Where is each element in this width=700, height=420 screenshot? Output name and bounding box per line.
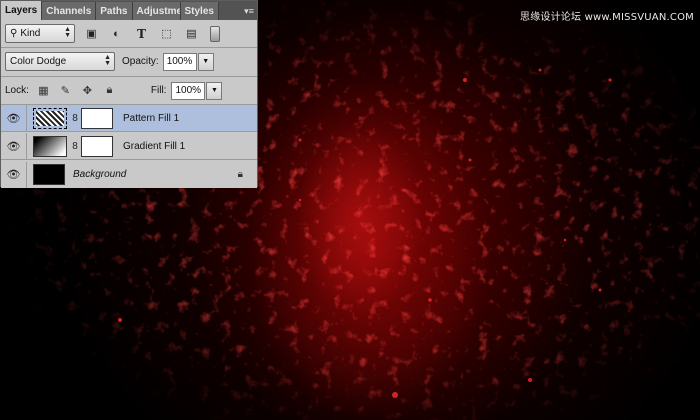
layer-name[interactable]: Gradient Fill 1	[123, 141, 185, 152]
layer-row-gradient-fill[interactable]: 👁︎ 8 Gradient Fill 1	[1, 133, 257, 160]
lock-transparent-icon[interactable]: ▦	[36, 83, 51, 98]
watermark: 思缘设计论坛 www.MISSVUAN.COM	[520, 12, 694, 23]
fill-dropdown-button[interactable]: ▼	[206, 81, 223, 100]
tab-adjustments[interactable]: Adjustme	[132, 2, 181, 20]
eye-icon[interactable]: 👁︎	[1, 133, 27, 159]
link-chain-icon[interactable]: 8	[70, 113, 80, 124]
background-thumbnail[interactable]	[33, 164, 65, 185]
select-arrows-icon: ▲ ▼	[104, 54, 111, 67]
shape-filter-icon[interactable]: ⬚	[158, 25, 175, 42]
brush-icon[interactable]: ✎	[58, 83, 73, 98]
padlock-icon[interactable]: 🔒︎	[102, 83, 117, 98]
tab-paths[interactable]: Paths	[96, 2, 133, 20]
layer-row-pattern-fill[interactable]: 👁︎ 8 Pattern Fill 1	[1, 105, 257, 132]
gradient-thumbnail[interactable]	[33, 135, 67, 157]
layer-filter-select[interactable]: ⚲ Kind ▲ ▼	[5, 24, 75, 43]
layers-panel: Layers Channels Paths Adjustme Styles ▾≡…	[0, 0, 258, 188]
move-icon[interactable]: ✥	[80, 83, 95, 98]
filter-row: ⚲ Kind ▲ ▼ ▣ ◐ T ⬚ ▤	[1, 21, 257, 46]
layer-name[interactable]: Pattern Fill 1	[123, 113, 179, 124]
search-icon: ⚲	[10, 28, 18, 39]
tab-styles[interactable]: Styles	[180, 2, 219, 20]
tab-layers[interactable]: Layers	[1, 1, 43, 20]
blend-mode-value: Color Dodge	[10, 56, 67, 67]
lock-row: Lock: ▦ ✎ ✥ 🔒︎ Fill: 100% ▼	[1, 78, 257, 103]
lock-label: Lock:	[5, 85, 29, 96]
fill-input[interactable]: 100%	[171, 81, 206, 100]
layer-mask-thumbnail[interactable]	[81, 107, 113, 129]
tab-channels[interactable]: Channels	[42, 2, 97, 20]
opacity-dropdown-button[interactable]: ▼	[197, 52, 214, 71]
filter-value: Kind	[20, 28, 41, 39]
layer-name[interactable]: Background	[73, 169, 126, 180]
pixel-filter-icon[interactable]: ▣	[83, 25, 100, 42]
filter-toggle[interactable]	[210, 25, 220, 42]
adjustment-filter-icon[interactable]: ◐	[108, 25, 125, 42]
type-filter-icon[interactable]: T	[133, 25, 150, 42]
opacity-input[interactable]: 100%	[162, 52, 197, 71]
opacity-label: Opacity:	[122, 56, 159, 67]
link-chain-icon[interactable]: 8	[70, 141, 80, 152]
eye-icon[interactable]: 👁︎	[1, 161, 27, 188]
fill-label: Fill:	[150, 85, 167, 96]
eye-icon[interactable]: 👁︎	[1, 105, 27, 131]
pattern-thumbnail[interactable]	[33, 107, 67, 129]
smart-object-filter-icon[interactable]: ▤	[183, 25, 200, 42]
blend-mode-select[interactable]: Color Dodge ▲ ▼	[5, 52, 115, 71]
blend-row: Color Dodge ▲ ▼ Opacity: 100% ▼	[1, 49, 257, 74]
padlock-icon: 🔒︎	[237, 169, 243, 180]
panel-menu-icon[interactable]: ▾≡	[241, 2, 257, 20]
select-arrows-icon: ▲ ▼	[64, 26, 71, 39]
layer-row-background[interactable]: 👁︎ Background 🔒︎	[1, 161, 257, 188]
panel-tab-bar: Layers Channels Paths Adjustme Styles ▾≡	[1, 1, 257, 20]
layer-mask-thumbnail[interactable]	[81, 135, 113, 157]
